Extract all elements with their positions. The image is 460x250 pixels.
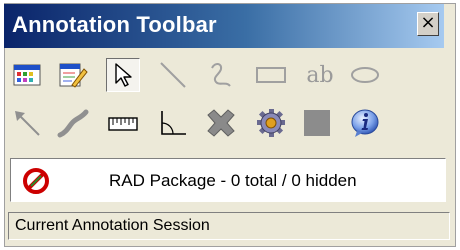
angle-tool-icon (161, 111, 186, 135)
angle-tool-button[interactable] (156, 106, 190, 140)
ruler-tool-icon (108, 117, 138, 131)
settings-button[interactable] (254, 106, 288, 140)
no-entry-icon[interactable] (21, 166, 51, 196)
freehand-tool-button[interactable] (204, 58, 238, 92)
gray-square-button[interactable] (300, 106, 334, 140)
close-icon: × (420, 12, 436, 33)
rectangle-tool-icon (256, 67, 286, 83)
ruler-tool-button[interactable] (106, 106, 140, 140)
text-tool-button[interactable]: ab (300, 58, 340, 92)
annotation-tools: ab (10, 58, 446, 144)
curve-tool-button[interactable] (56, 106, 90, 140)
rectangle-tool-button[interactable] (254, 58, 288, 92)
ellipse-tool-button[interactable] (348, 58, 382, 92)
gray-square-icon (304, 110, 330, 136)
palette-icon (13, 64, 41, 86)
line-tool-icon (160, 62, 186, 88)
package-status-text: RAD Package - 0 total / 0 hidden (109, 171, 357, 190)
session-label: Current Annotation Session (15, 217, 210, 234)
window-title: Annotation Toolbar (12, 12, 217, 37)
settings-gear-icon (257, 109, 285, 137)
pointer-arrow-icon (115, 63, 132, 87)
freehand-tool-icon (211, 63, 231, 87)
arrow-tool-button[interactable] (10, 106, 44, 140)
delete-icon (207, 109, 235, 137)
text-tool-icon: ab (306, 62, 334, 88)
curve-tool-icon (57, 109, 89, 138)
close-button[interactable]: × (417, 12, 439, 36)
pointer-button[interactable] (106, 58, 140, 92)
arrow-tool-icon (15, 111, 40, 136)
edit-note-button[interactable] (56, 58, 90, 92)
ellipse-tool-icon (351, 67, 379, 83)
edit-note-icon (59, 63, 88, 88)
package-status-panel: RAD Package - 0 total / 0 hidden (10, 158, 446, 202)
palette-button[interactable] (10, 58, 44, 92)
line-tool-button[interactable] (156, 58, 190, 92)
info-icon (351, 109, 379, 137)
status-bar: Current Annotation Session (8, 212, 450, 240)
delete-button[interactable] (204, 106, 238, 140)
title-bar[interactable]: Annotation Toolbar × (4, 4, 444, 48)
info-button[interactable] (348, 106, 382, 140)
